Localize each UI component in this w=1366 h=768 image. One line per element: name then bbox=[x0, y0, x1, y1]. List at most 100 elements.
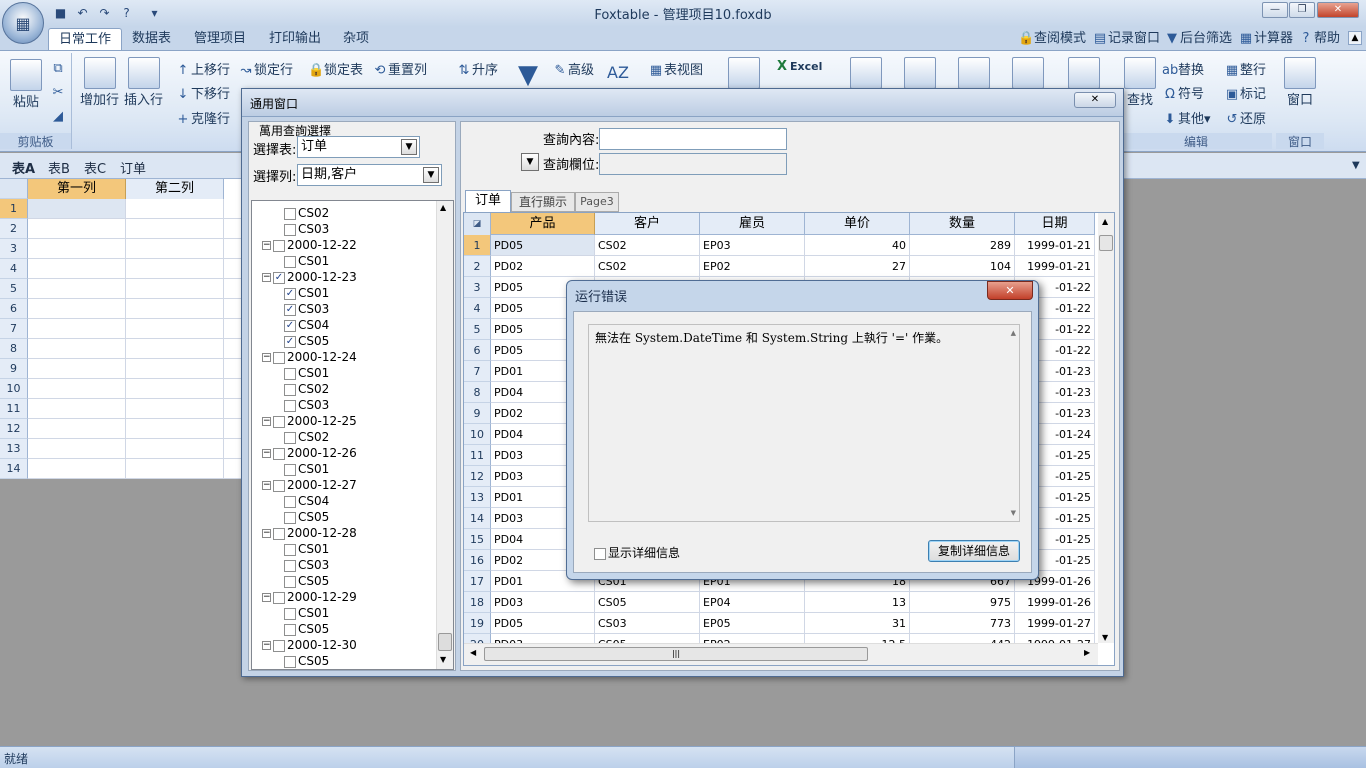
row-header[interactable]: 1 bbox=[464, 235, 491, 256]
row-header[interactable]: 3 bbox=[464, 277, 491, 298]
close-button[interactable]: ✕ bbox=[987, 281, 1033, 300]
cut-icon[interactable]: ✂ bbox=[50, 85, 66, 101]
sort-az-icon[interactable]: AZ bbox=[602, 57, 634, 89]
grid-cell[interactable] bbox=[126, 419, 224, 439]
grid-cell[interactable] bbox=[28, 279, 126, 299]
table-icon[interactable] bbox=[728, 57, 760, 89]
tree-node-customer[interactable]: CS01 bbox=[260, 461, 357, 477]
grid-cell[interactable] bbox=[28, 399, 126, 419]
checkbox-icon[interactable] bbox=[284, 383, 296, 396]
layout-icon[interactable] bbox=[850, 57, 882, 89]
tree-node-date[interactable]: − 2000-12-27 bbox=[260, 477, 357, 493]
tree-node-customer[interactable]: CS05 bbox=[260, 621, 357, 637]
table-view-button[interactable]: ▦ 表视图 bbox=[648, 59, 703, 79]
checkbox-icon[interactable] bbox=[273, 591, 285, 604]
row-header[interactable]: 5 bbox=[0, 279, 28, 299]
tab-daily[interactable]: 日常工作 bbox=[48, 28, 123, 50]
background-filter-link[interactable]: ▼ 后台筛选 bbox=[1164, 30, 1232, 48]
grid-cell[interactable]: PD05 bbox=[491, 613, 595, 634]
row-header[interactable]: 6 bbox=[0, 299, 28, 319]
row-header[interactable]: 19 bbox=[464, 613, 491, 634]
row-header[interactable]: 12 bbox=[464, 466, 491, 487]
scroll-down-icon[interactable]: ▼ bbox=[440, 655, 446, 664]
replace-button[interactable]: ab替换 bbox=[1162, 59, 1204, 79]
scroll-up-icon[interactable]: ▲ bbox=[1102, 217, 1108, 226]
grid-cell[interactable] bbox=[126, 459, 224, 479]
grid-cell[interactable]: PD05 bbox=[491, 235, 595, 256]
tree-node-customer[interactable]: ✓ CS04 bbox=[260, 317, 357, 333]
clone-row-button[interactable]: + 克隆行 bbox=[175, 108, 230, 128]
grid-cell[interactable]: PD02 bbox=[491, 256, 595, 277]
grid-cell[interactable] bbox=[28, 299, 126, 319]
date-customer-tree[interactable]: CS02 CS03−2000-12-22 CS01− ✓ 2000-12-23 ✓ CS01… bbox=[251, 200, 454, 670]
advanced-filter-button[interactable]: ✎ 高级 bbox=[552, 59, 594, 79]
help-link[interactable]: ? 帮助 bbox=[1298, 30, 1340, 48]
sheet-tab-b[interactable]: 表B bbox=[48, 158, 70, 177]
collapse-icon[interactable]: − bbox=[262, 641, 271, 650]
checkbox-icon[interactable] bbox=[284, 431, 296, 444]
grid-cell[interactable] bbox=[28, 199, 126, 219]
grid-cell[interactable] bbox=[28, 419, 126, 439]
grid-cell[interactable] bbox=[126, 279, 224, 299]
column-format-icon[interactable] bbox=[1012, 57, 1044, 89]
collapse-icon[interactable]: − bbox=[262, 353, 271, 362]
checkbox-icon[interactable] bbox=[284, 207, 296, 220]
restore-button[interactable]: ↺ 还原 bbox=[1224, 108, 1266, 128]
tab-vertical[interactable]: 直行顯示 bbox=[511, 192, 575, 212]
grid-cell[interactable] bbox=[28, 459, 126, 479]
record-window-link[interactable]: ▤ 记录窗口 bbox=[1092, 30, 1160, 48]
close-button[interactable]: ✕ bbox=[1317, 2, 1359, 18]
scroll-down-icon[interactable]: ▼ bbox=[1011, 509, 1016, 517]
grid-cell[interactable]: CS05 bbox=[595, 592, 700, 613]
insert-row-button[interactable]: 插入行 bbox=[124, 57, 163, 108]
tree-node-customer[interactable]: CS03 bbox=[260, 397, 357, 413]
grid-cell[interactable]: 104 bbox=[910, 256, 1015, 277]
move-up-button[interactable]: ↑ 上移行 bbox=[175, 59, 230, 79]
grid-cell[interactable]: 13 bbox=[805, 592, 910, 613]
tab-project[interactable]: 管理项目 bbox=[184, 28, 256, 50]
tab-orders[interactable]: 订单 bbox=[465, 190, 511, 212]
row-header[interactable]: 14 bbox=[0, 459, 28, 479]
row-header[interactable]: 13 bbox=[0, 439, 28, 459]
tree-node-customer[interactable]: CS05 bbox=[260, 509, 357, 525]
column-select[interactable]: 日期,客户 ▼ bbox=[297, 164, 442, 186]
row-header[interactable]: 15 bbox=[464, 529, 491, 550]
checkbox-icon[interactable] bbox=[284, 655, 296, 668]
tree-node-customer[interactable]: CS03 bbox=[260, 557, 357, 573]
grid-cell[interactable]: 1999-01-26 bbox=[1015, 592, 1095, 613]
tab-page3[interactable]: Page3 bbox=[575, 192, 619, 212]
checkbox-icon[interactable]: ✓ bbox=[284, 287, 296, 300]
checkbox-icon[interactable] bbox=[273, 351, 285, 364]
grid-cell[interactable] bbox=[126, 359, 224, 379]
tree-node-customer[interactable]: CS05 bbox=[260, 653, 357, 669]
collapse-icon[interactable]: − bbox=[262, 273, 271, 282]
row-header[interactable]: 4 bbox=[464, 298, 491, 319]
grid-vscrollbar[interactable]: ▲ ▼ bbox=[1098, 213, 1114, 643]
row-header[interactable]: 3 bbox=[0, 239, 28, 259]
row-header[interactable]: 5 bbox=[464, 319, 491, 340]
row-header[interactable]: 2 bbox=[0, 219, 28, 239]
checkbox-icon[interactable] bbox=[284, 575, 296, 588]
column-header[interactable]: 数量 bbox=[910, 213, 1015, 235]
copy-icon[interactable]: ⧉ bbox=[50, 61, 66, 77]
column-header[interactable]: 单价 bbox=[805, 213, 910, 235]
grid-cell[interactable]: CS02 bbox=[595, 256, 700, 277]
checkbox-icon[interactable] bbox=[273, 639, 285, 652]
grid-cell[interactable] bbox=[126, 219, 224, 239]
excel-button[interactable]: X Excel bbox=[774, 59, 822, 75]
grid-cell[interactable]: 1999-01-21 bbox=[1015, 256, 1095, 277]
row-header[interactable]: 11 bbox=[0, 399, 28, 419]
scroll-thumb[interactable]: ||| bbox=[484, 647, 868, 661]
minimize-button[interactable]: — bbox=[1262, 2, 1288, 18]
row-header[interactable]: 7 bbox=[0, 319, 28, 339]
row-header[interactable]: 16 bbox=[464, 550, 491, 571]
tree-node-date[interactable]: − 2000-12-24 bbox=[260, 349, 357, 365]
checkbox-icon[interactable] bbox=[284, 367, 296, 380]
lock-table-button[interactable]: 🔒锁定表 bbox=[308, 59, 363, 79]
grid-cell[interactable]: 289 bbox=[910, 235, 1015, 256]
grid-cell[interactable] bbox=[126, 319, 224, 339]
grid-cell[interactable]: EP05 bbox=[700, 613, 805, 634]
chevron-down-icon[interactable]: ▼ bbox=[521, 153, 539, 171]
column-header[interactable]: 第一列 bbox=[28, 179, 126, 199]
grid-cell[interactable] bbox=[126, 379, 224, 399]
